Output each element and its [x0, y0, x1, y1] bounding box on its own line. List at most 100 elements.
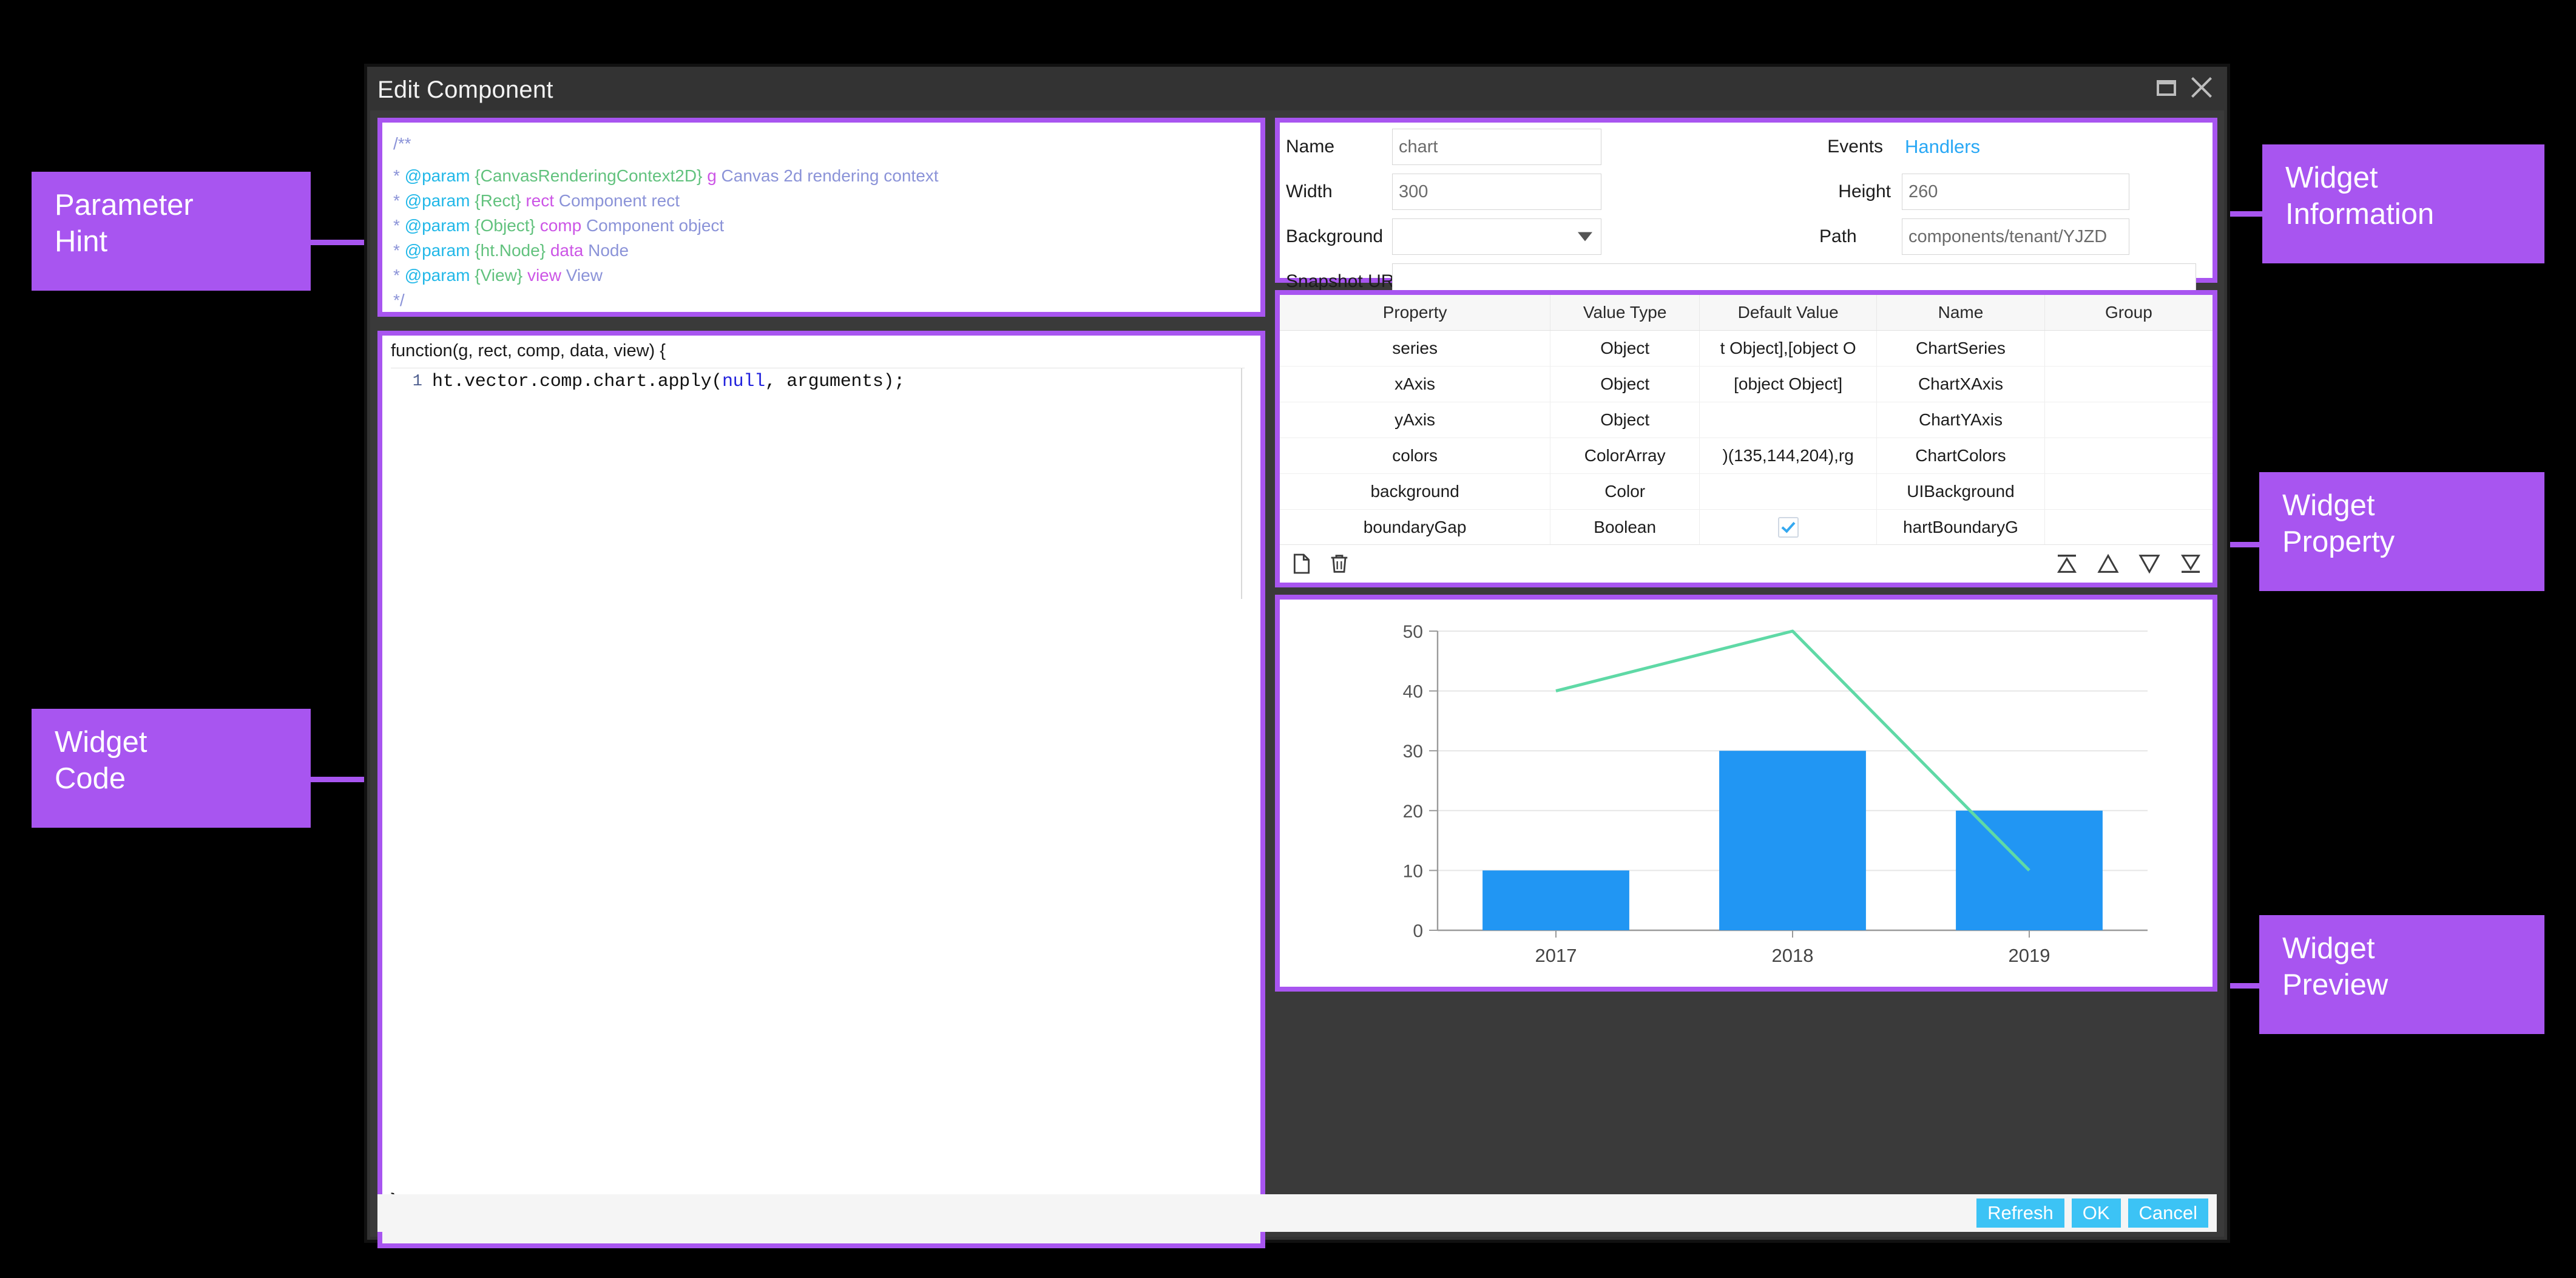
table-row[interactable]: boundaryGap Boolean hartBoundaryG — [1280, 510, 2213, 545]
move-to-top-icon[interactable] — [2055, 552, 2079, 576]
annotation-widget-information: Widget Information — [2262, 144, 2544, 263]
table-header-row: Property Value Type Default Value Name G… — [1280, 295, 2213, 331]
preview-chart: 01020304050201720182019 — [1280, 600, 2213, 987]
maximize-icon[interactable] — [2154, 75, 2179, 100]
annotation-label-line4: Widget Property — [2282, 488, 2526, 561]
jsdoc-tag: @param — [405, 191, 470, 210]
line-number-gutter: 1 — [391, 368, 426, 1185]
trash-icon[interactable] — [1327, 552, 1351, 576]
jsdoc-desc: Component rect — [559, 191, 680, 210]
code-token-prefix: ht.vector.comp.chart.apply( — [432, 371, 722, 392]
form-row-background: Background Path components/tenant/YJZD — [1286, 218, 2206, 255]
move-to-bottom-icon[interactable] — [2179, 552, 2203, 576]
cancel-button[interactable]: Cancel — [2128, 1199, 2209, 1228]
jsdoc-star: * — [393, 266, 400, 285]
widget-code-panel: function(g, rect, comp, data, view) { 1 … — [377, 331, 1265, 1248]
property-toolbar-left — [1290, 552, 1351, 576]
property-table: Property Value Type Default Value Name G… — [1280, 295, 2213, 544]
cell-property: series — [1280, 331, 1550, 367]
col-header-group[interactable]: Group — [2044, 295, 2213, 331]
cell-default-value — [1700, 510, 1877, 545]
jsdoc-type: {ht.Node} — [475, 241, 546, 260]
cell-value-type: Boolean — [1550, 510, 1700, 545]
cell-value-type: ColorArray — [1550, 438, 1700, 474]
cell-default-value: t Object],[object O — [1700, 331, 1877, 367]
annotation-widget-property: Widget Property — [2259, 472, 2544, 591]
code-editor[interactable]: function(g, rect, comp, data, view) { 1 … — [382, 336, 1260, 1243]
cell-group — [2044, 438, 2213, 474]
code-mirror-area[interactable]: 1 ht.vector.comp.chart.apply(null, argum… — [391, 368, 1245, 1185]
jsdoc-desc: View — [566, 266, 603, 285]
width-label: Width — [1286, 181, 1392, 202]
cell-value-type: Color — [1550, 474, 1700, 510]
cell-name: UIBackground — [1877, 474, 2045, 510]
x-tick-label: 2017 — [1535, 945, 1577, 966]
widget-preview-canvas[interactable]: 01020304050201720182019 — [1280, 600, 2213, 987]
refresh-button[interactable]: Refresh — [1976, 1199, 2064, 1228]
jsdoc-type: {CanvasRenderingContext2D} — [475, 166, 702, 185]
background-select[interactable] — [1392, 218, 1601, 255]
property-toolbar — [1280, 544, 2213, 583]
code-token-null: null — [722, 371, 765, 392]
path-input[interactable]: components/tenant/YJZD — [1902, 218, 2129, 255]
path-label: Path — [1805, 226, 1902, 247]
table-row[interactable]: series Object t Object],[object O ChartS… — [1280, 331, 2213, 367]
cell-group — [2044, 510, 2213, 545]
table-row[interactable]: background Color UIBackground — [1280, 474, 2213, 510]
height-label: Height — [1805, 181, 1902, 202]
checkbox-checked-icon[interactable] — [1778, 517, 1799, 538]
dialog-footer: Refresh OK Cancel — [377, 1194, 2217, 1232]
dialog-title: Edit Component — [377, 76, 553, 104]
name-input[interactable]: chart — [1392, 129, 1601, 165]
move-down-icon[interactable] — [2137, 552, 2162, 576]
table-row[interactable]: yAxis Object ChartYAxis — [1280, 402, 2213, 438]
cell-name: ChartYAxis — [1877, 402, 2045, 438]
cell-name: ChartSeries — [1877, 331, 2045, 367]
connector-widget-code — [311, 777, 371, 782]
close-icon[interactable] — [2189, 75, 2214, 100]
cell-property: xAxis — [1280, 367, 1550, 402]
annotation-parameter-hint: Parameter Hint — [32, 172, 311, 291]
jsdoc-param-row: * @param {ht.Node} data Node — [393, 238, 1249, 263]
y-tick-label: 30 — [1403, 742, 1423, 762]
cell-property: colors — [1280, 438, 1550, 474]
parameter-hint-panel: /** * @param {CanvasRenderingContext2D} … — [377, 118, 1265, 317]
handlers-link[interactable]: Handlers — [1905, 136, 1980, 158]
property-toolbar-right — [2055, 552, 2203, 576]
widget-property-container: Property Value Type Default Value Name G… — [1280, 295, 2213, 583]
annotation-label-line1: Parameter Hint — [55, 188, 292, 260]
property-table-body: series Object t Object],[object O ChartS… — [1280, 331, 2213, 545]
jsdoc-type: {Rect} — [475, 191, 521, 210]
table-row[interactable]: colors ColorArray )(135,144,204),rg Char… — [1280, 438, 2213, 474]
property-table-scroll[interactable]: Property Value Type Default Value Name G… — [1280, 295, 2213, 544]
move-up-icon[interactable] — [2096, 552, 2120, 576]
chart-bar — [1719, 751, 1866, 930]
cell-property: boundaryGap — [1280, 510, 1550, 545]
col-header-default-value[interactable]: Default Value — [1700, 295, 1877, 331]
jsdoc-param-row: * @param {Rect} rect Component rect — [393, 188, 1249, 213]
jsdoc-tag: @param — [405, 166, 470, 185]
table-row[interactable]: xAxis Object [object Object] ChartXAxis — [1280, 367, 2213, 402]
add-page-icon[interactable] — [1290, 552, 1314, 576]
annotation-label-line2: Widget Code — [55, 725, 292, 797]
jsdoc-star: * — [393, 241, 400, 260]
events-label: Events — [1777, 137, 1905, 157]
col-header-name[interactable]: Name — [1877, 295, 2045, 331]
col-header-property[interactable]: Property — [1280, 295, 1550, 331]
cell-value-type: Object — [1550, 367, 1700, 402]
ok-button[interactable]: OK — [2072, 1199, 2121, 1228]
col-header-value-type[interactable]: Value Type — [1550, 295, 1700, 331]
widget-information-panel: Name chart Events Handlers Width 300 Hei… — [1275, 118, 2217, 283]
window-controls — [2154, 75, 2214, 100]
width-input[interactable]: 300 — [1392, 174, 1601, 210]
height-input[interactable]: 260 — [1902, 174, 2129, 210]
edit-component-dialog: Edit Component /** * @param {CanvasRende… — [364, 64, 2230, 1243]
annotation-widget-preview: Widget Preview — [2259, 915, 2544, 1034]
jsdoc-tag: @param — [405, 241, 470, 260]
chevron-down-icon — [1578, 232, 1592, 242]
line-number: 1 — [413, 373, 422, 391]
cell-value-type: Object — [1550, 331, 1700, 367]
annotation-label-line5: Widget Preview — [2282, 931, 2526, 1004]
jsdoc-param-name: rect — [526, 191, 554, 210]
cell-group — [2044, 474, 2213, 510]
